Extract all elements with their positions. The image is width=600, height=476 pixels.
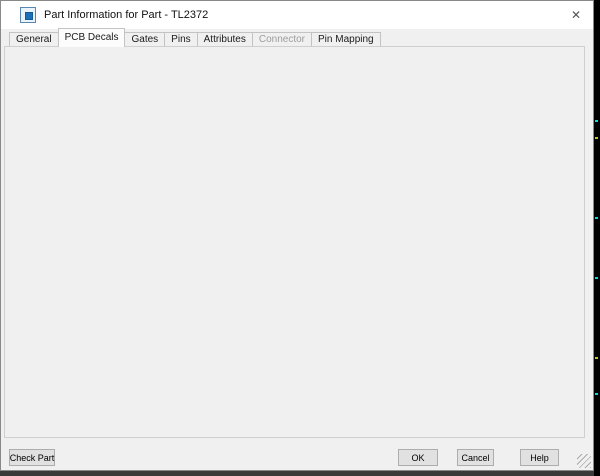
titlebar: Part Information for Part - TL2372 ✕ — [1, 1, 593, 29]
tab-connector: Connector — [252, 32, 312, 47]
app-icon — [20, 7, 36, 23]
tab-pins[interactable]: Pins — [164, 32, 197, 47]
tab-pcb-decals[interactable]: PCB Decals — [58, 28, 126, 47]
ok-button[interactable]: OK — [398, 449, 438, 466]
part-information-dialog: Part Information for Part - TL2372 ✕ Gen… — [0, 0, 594, 471]
tab-general[interactable]: General — [9, 32, 59, 47]
background-app-strip — [594, 28, 600, 476]
cancel-button[interactable]: Cancel — [457, 449, 494, 466]
tab-pin-mapping[interactable]: Pin Mapping — [311, 32, 381, 47]
tab-gates[interactable]: Gates — [124, 32, 165, 47]
help-button[interactable]: Help — [520, 449, 559, 466]
resize-grip[interactable] — [577, 454, 591, 468]
close-icon[interactable]: ✕ — [561, 1, 591, 29]
background-app-strip — [0, 471, 594, 476]
check-part-button[interactable]: Check Part — [9, 449, 55, 466]
window-title: Part Information for Part - TL2372 — [44, 1, 208, 29]
tab-attributes[interactable]: Attributes — [197, 32, 253, 47]
pcb-decals-tab-page — [4, 46, 585, 438]
tab-bar: General PCB Decals Gates Pins Attributes… — [9, 28, 380, 47]
